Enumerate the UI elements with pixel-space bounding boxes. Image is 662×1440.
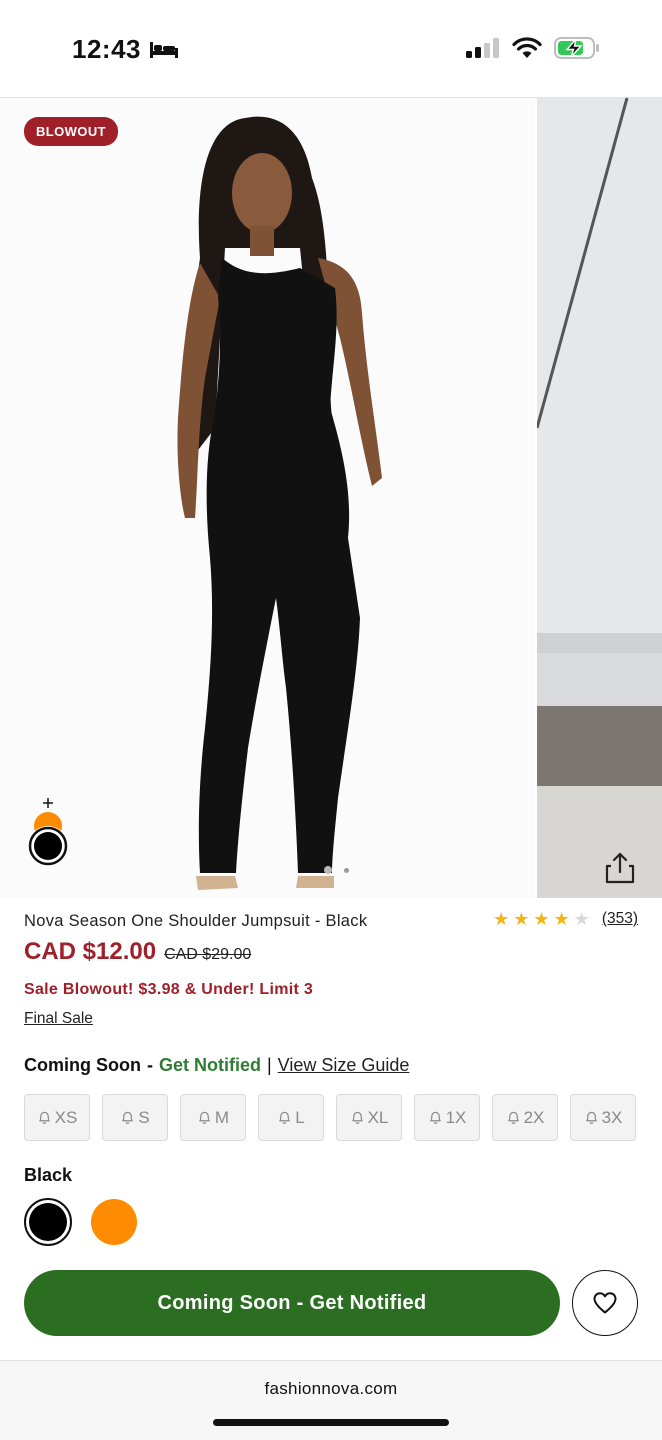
color-swatch-black-fill [29,1203,67,1241]
bell-icon [507,1111,519,1124]
bell-icon [429,1111,441,1124]
carousel-dot[interactable] [344,867,349,873]
heart-icon [593,1292,617,1314]
next-product-image[interactable] [537,98,662,898]
wall-photo [537,98,662,898]
home-indicator[interactable] [213,1419,449,1426]
size-label: 1X [445,1107,467,1127]
size-option-l[interactable]: L [258,1094,324,1141]
size-option-m[interactable]: M [180,1094,246,1141]
size-option-1x[interactable]: 1X [414,1094,480,1141]
sale-price: CAD $12.00 [24,938,157,965]
product-rating[interactable]: ★ ★ ★ ★ ★ (353) [493,910,638,928]
price-row: CAD $12.00 CAD $29.00 [24,938,251,966]
browser-bottom-bar [0,1360,662,1440]
availability-separator: - [146,1055,153,1075]
size-label: 2X [523,1107,545,1127]
bell-icon [351,1111,363,1124]
size-option-xl[interactable]: XL [336,1094,402,1141]
star-icon: ★ [513,909,530,929]
wifi-icon [512,37,542,58]
color-swatch-black[interactable] [24,1198,72,1246]
product-title: Nova Season One Shoulder Jumpsuit - Blac… [24,912,368,930]
size-option-s[interactable]: S [102,1094,168,1141]
blowout-badge: BLOWOUT [24,117,118,146]
get-notified-button[interactable]: Coming Soon - Get Notified [24,1270,560,1336]
size-option-xs[interactable]: XS [24,1094,90,1141]
size-selector: XS S M L XL 1X 2X 3X [24,1094,636,1141]
carousel-dots [324,866,349,874]
final-sale-link[interactable]: Final Sale [24,1010,93,1028]
star-empty-icon: ★ [573,909,590,929]
size-label: XL [367,1107,389,1127]
color-swatch-orange[interactable] [91,1199,137,1245]
bell-icon [279,1111,291,1124]
star-icon: ★ [493,909,510,929]
battery-charging-icon [554,37,599,59]
availability-status: Coming Soon [24,1055,141,1075]
availability-divider: | [266,1055,272,1075]
original-price: CAD $29.00 [164,946,252,963]
size-guide-link[interactable]: View Size Guide [278,1055,410,1076]
clock-text: 12:43 [72,34,141,64]
size-option-2x[interactable]: 2X [492,1094,558,1141]
status-indicators [466,36,600,60]
bed-icon [150,41,178,58]
cellular-signal-icon [466,38,499,58]
model-photo [0,98,535,898]
star-icon: ★ [533,909,550,929]
star-icon: ★ [553,909,570,929]
get-notified-link[interactable]: Get Notified [159,1055,261,1076]
product-image[interactable] [0,98,535,898]
size-label: S [138,1107,150,1127]
bell-icon [122,1111,134,1124]
size-label: 3X [601,1107,623,1127]
bell-icon [585,1111,597,1124]
wishlist-button[interactable] [572,1270,638,1336]
bell-icon [38,1111,50,1124]
browser-url[interactable]: fashionnova.com [0,1379,662,1399]
review-count-link[interactable]: (353) [602,910,638,928]
availability-line: Coming Soon - Get Notified | View Size G… [24,1055,409,1076]
selected-color-label: Black [24,1165,73,1185]
promo-message: Sale Blowout! $3.98 & Under! Limit 3 [24,981,314,998]
status-time: 12:43 [72,34,179,65]
bell-icon [199,1111,210,1124]
product-image-carousel[interactable]: BLOWOUT [0,98,662,898]
size-option-3x[interactable]: 3X [570,1094,636,1141]
size-label: XS [54,1107,78,1127]
size-label: L [295,1107,305,1127]
color-swatch-toggle-icon[interactable] [26,798,72,868]
product-page: 12:43 BLOWOUT Nova Season One Shoulder J… [0,0,662,1440]
size-label: M [214,1107,230,1127]
share-icon[interactable] [602,850,638,886]
carousel-dot-active[interactable] [324,866,332,874]
